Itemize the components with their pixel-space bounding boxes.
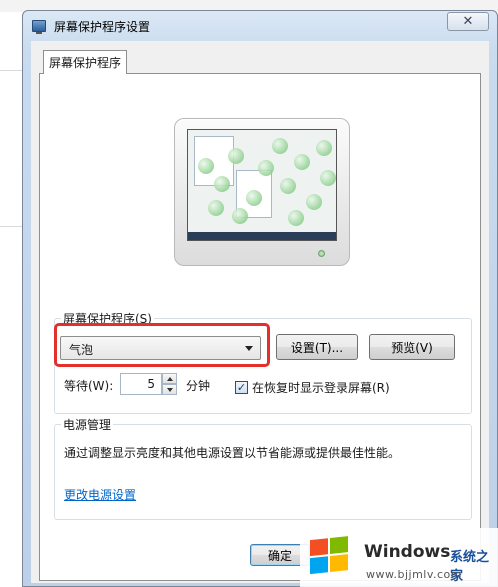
bubble xyxy=(288,210,304,226)
logo-quadrant xyxy=(330,554,348,572)
change-power-settings-link[interactable]: 更改电源设置 xyxy=(64,486,136,503)
bubble xyxy=(208,200,224,216)
bubble xyxy=(232,208,248,224)
bubble xyxy=(272,138,288,154)
preview-screen xyxy=(187,129,337,241)
title-bar[interactable]: 屏幕保护程序设置 ✕ xyxy=(23,11,497,41)
logo-quadrant xyxy=(310,556,328,575)
bubble xyxy=(294,154,310,170)
spin-down-button[interactable] xyxy=(162,384,177,395)
close-button[interactable]: ✕ xyxy=(447,12,489,31)
bubble xyxy=(228,148,244,164)
settings-button[interactable]: 设置(T)... xyxy=(276,334,358,360)
background-divider xyxy=(0,226,24,227)
bubble xyxy=(280,178,296,194)
red-highlight-box xyxy=(54,323,270,367)
logo-quadrant xyxy=(310,538,328,557)
bubble xyxy=(320,170,336,186)
arrow-down-icon xyxy=(166,387,173,392)
resume-login-checkbox[interactable]: ✓ xyxy=(235,381,248,394)
arrow-up-icon xyxy=(166,376,173,381)
power-led-icon xyxy=(318,250,325,257)
tab-screensaver[interactable]: 屏幕保护程序 xyxy=(43,50,127,74)
windows-logo-icon xyxy=(310,536,350,576)
bubble xyxy=(258,160,274,176)
spin-up-button[interactable] xyxy=(162,373,177,384)
resume-login-label[interactable]: 在恢复时显示登录屏幕(R) xyxy=(252,379,390,396)
background-divider xyxy=(0,70,24,71)
power-management-group: 电源管理 xyxy=(54,416,472,520)
wait-minutes-input[interactable]: 5 xyxy=(120,373,162,395)
watermark-brand: Windows xyxy=(364,542,451,562)
bubble xyxy=(198,158,214,174)
window-title: 屏幕保护程序设置 xyxy=(54,20,151,34)
power-group-label: 电源管理 xyxy=(61,416,114,433)
monitor-preview xyxy=(174,118,350,266)
monitor-icon xyxy=(32,20,46,34)
watermark: Windows 系统之家 www.bjjmlv.com xyxy=(300,528,498,587)
preview-button[interactable]: 预览(V) xyxy=(369,334,455,360)
power-description: 通过调整显示亮度和其他电源设置以节省能源或提供最佳性能。 xyxy=(64,446,401,460)
wait-unit: 分钟 xyxy=(186,379,211,393)
watermark-url: www.bjjmlv.com xyxy=(366,568,462,581)
bubble xyxy=(246,190,262,206)
bubble xyxy=(306,194,322,210)
wait-label: 等待(W): xyxy=(64,379,114,393)
bubble xyxy=(214,176,230,192)
bubble xyxy=(316,140,332,156)
logo-quadrant xyxy=(330,536,348,554)
preview-taskbar xyxy=(188,232,336,240)
